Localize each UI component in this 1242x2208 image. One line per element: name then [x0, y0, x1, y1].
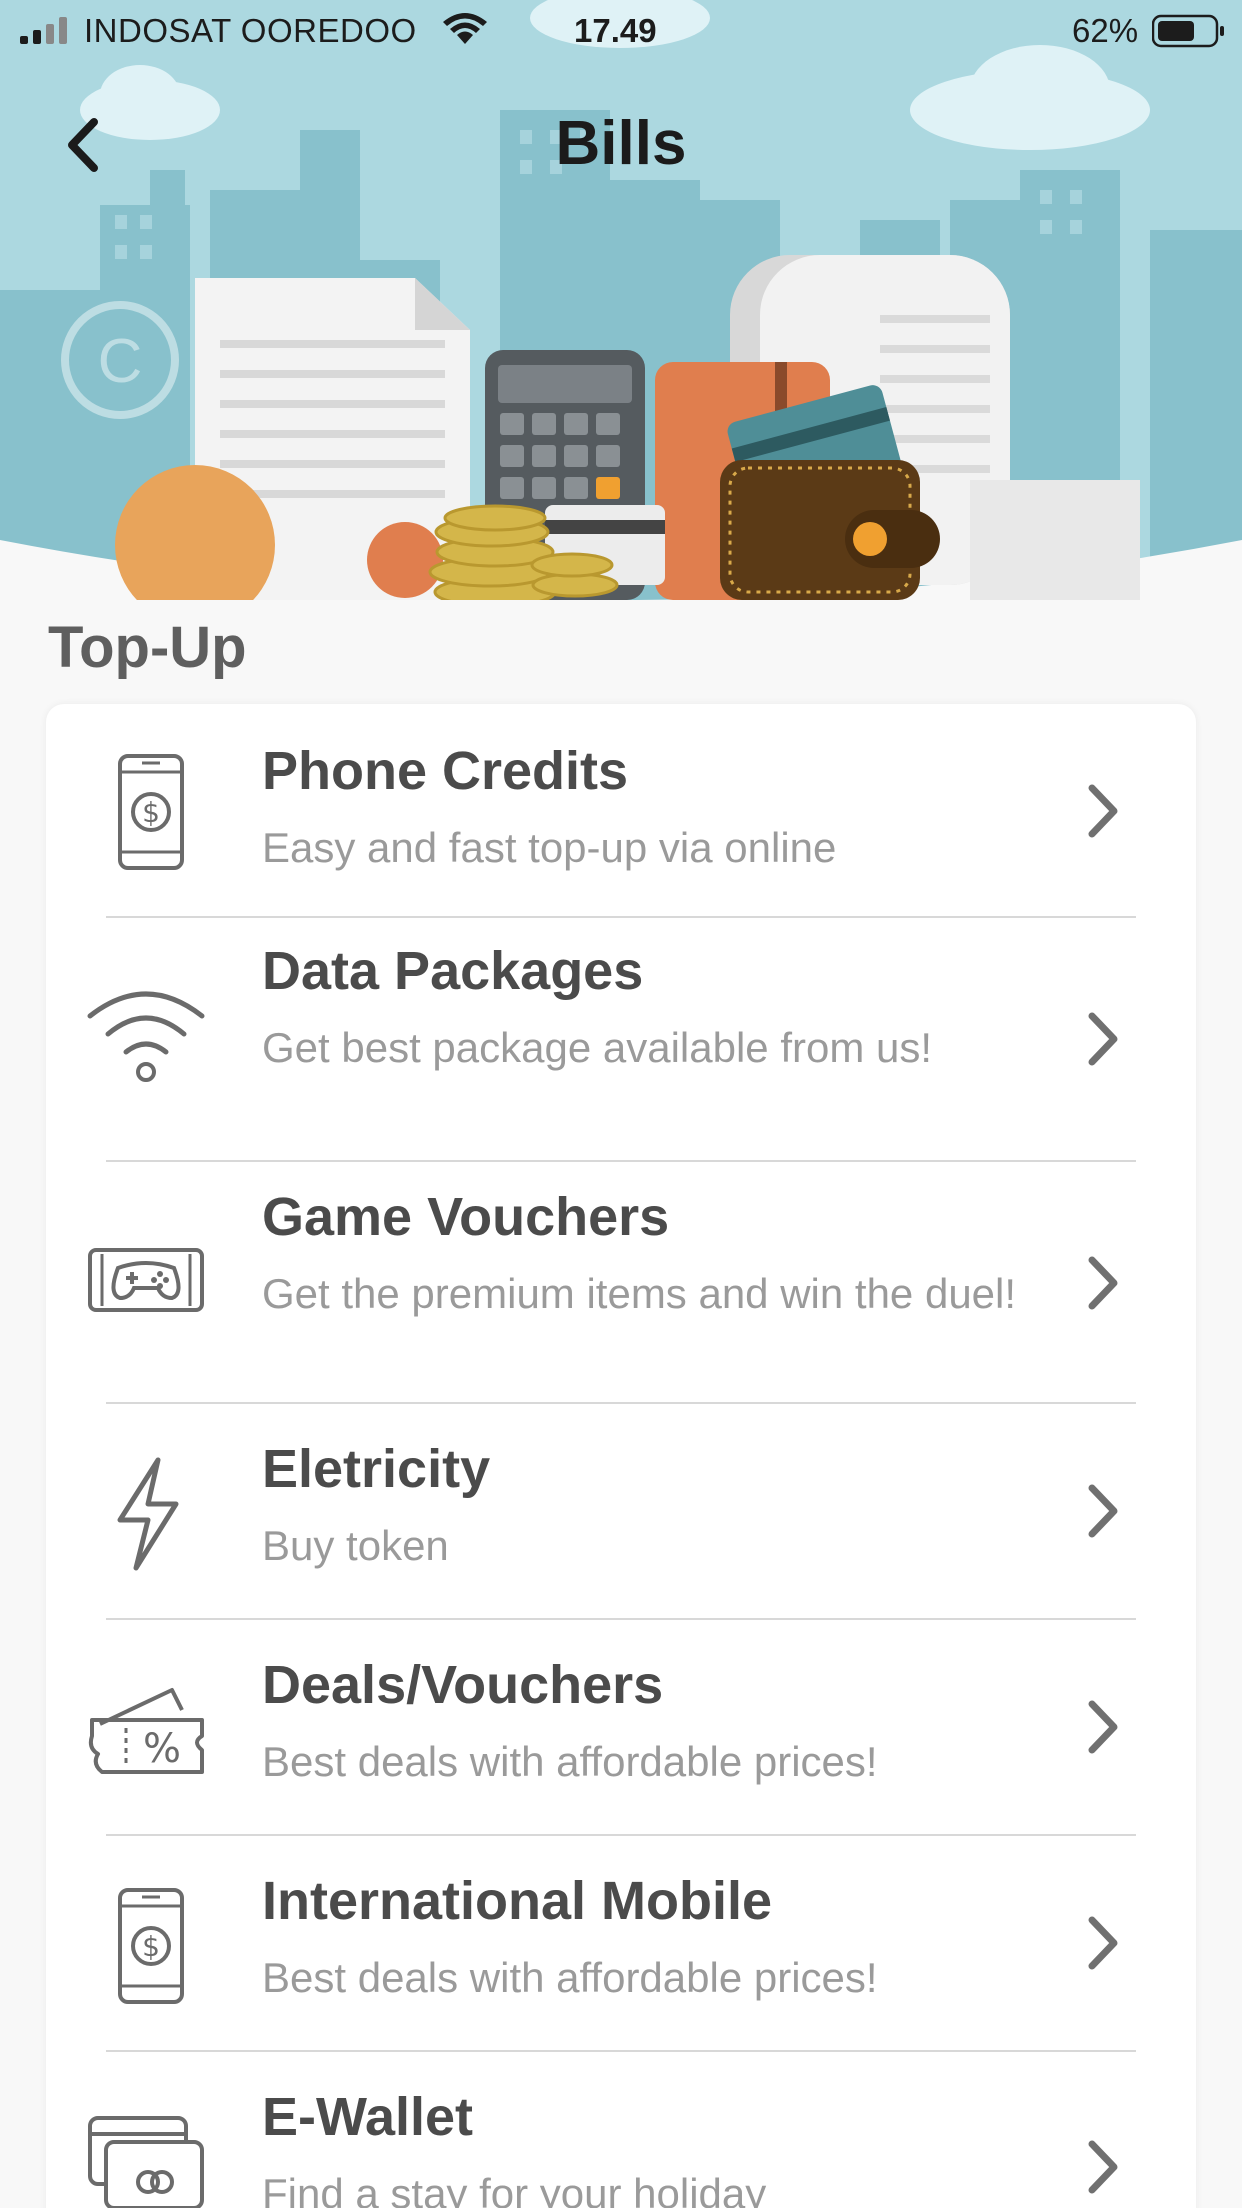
- item-title: Phone Credits: [262, 741, 629, 801]
- top-up-list: $ Phone Credits Easy and fast top-up via…: [46, 704, 1196, 2208]
- chevron-right-icon: [1088, 1700, 1118, 1754]
- item-title: Data Packages: [262, 941, 644, 1001]
- list-item-deals-vouchers[interactable]: % Deals/Vouchers Best deals with afforda…: [46, 1620, 1196, 1836]
- svg-text:$: $: [142, 796, 160, 829]
- phone-dollar-icon: $: [118, 1888, 184, 2004]
- item-subtitle: Best deals with affordable prices!: [262, 1738, 878, 1785]
- item-subtitle: Buy token: [262, 1522, 449, 1569]
- item-title: Deals/Vouchers: [262, 1655, 664, 1715]
- chevron-right-icon: [1088, 1256, 1118, 1310]
- section-title: Top-Up: [48, 615, 247, 680]
- lightning-icon: [117, 1457, 179, 1571]
- list-item-e-wallet[interactable]: E-Wallet Find a stay for your holiday: [46, 2052, 1196, 2208]
- item-subtitle: Best deals with affordable prices!: [262, 1954, 878, 2001]
- header-banner: C INDOSAT OOREDOO 17.49 62% Bills: [0, 0, 1242, 600]
- status-bar: INDOSAT OOREDOO 17.49 62%: [0, 0, 1242, 64]
- svg-text:C: C: [98, 327, 143, 396]
- item-subtitle: Find a stay for your holiday: [262, 2170, 767, 2208]
- svg-text:%: %: [143, 1726, 181, 1772]
- item-subtitle: Easy and fast top-up via online: [262, 824, 837, 871]
- item-subtitle: Get the premium items and win the duel!: [262, 1270, 1017, 1317]
- chevron-right-icon: [1088, 2140, 1118, 2194]
- list-item-phone-credits[interactable]: $ Phone Credits Easy and fast top-up via…: [46, 704, 1196, 918]
- bills-illustration: C: [0, 0, 1242, 600]
- wifi-status-icon: [443, 13, 487, 44]
- item-title: E-Wallet: [262, 2087, 474, 2147]
- list-item-game-vouchers[interactable]: Game Vouchers Get the premium items and …: [46, 1162, 1196, 1404]
- item-subtitle: Get best package available from us!: [262, 1024, 933, 1071]
- phone-dollar-icon: $: [118, 754, 184, 870]
- item-title: Eletricity: [262, 1439, 491, 1499]
- svg-text:$: $: [142, 1930, 160, 1963]
- chevron-right-icon: [1088, 1484, 1118, 1538]
- voucher-percent-icon: %: [88, 1688, 204, 1774]
- carrier-name: INDOSAT OOREDOO: [84, 12, 417, 49]
- wallet-card-icon: [88, 2116, 204, 2208]
- battery-icon: [1152, 14, 1224, 48]
- list-item-data-packages[interactable]: Data Packages Get best package available…: [46, 918, 1196, 1162]
- gamepad-icon: [88, 1248, 204, 1312]
- list-item-international-mobile[interactable]: $ International Mobile Best deals with a…: [46, 1836, 1196, 2052]
- chevron-right-icon: [1088, 1012, 1118, 1066]
- wifi-icon: [87, 991, 205, 1082]
- page-title: Bills: [555, 109, 687, 178]
- chevron-right-icon: [1088, 784, 1118, 838]
- chevron-right-icon: [1088, 1916, 1118, 1970]
- cellular-signal-icon: [20, 17, 67, 44]
- item-title: International Mobile: [262, 1871, 773, 1931]
- item-title: Game Vouchers: [262, 1187, 670, 1247]
- clock: 17.49: [574, 12, 657, 49]
- list-item-electricity[interactable]: Eletricity Buy token: [46, 1404, 1196, 1620]
- battery-percent: 62%: [1072, 12, 1139, 49]
